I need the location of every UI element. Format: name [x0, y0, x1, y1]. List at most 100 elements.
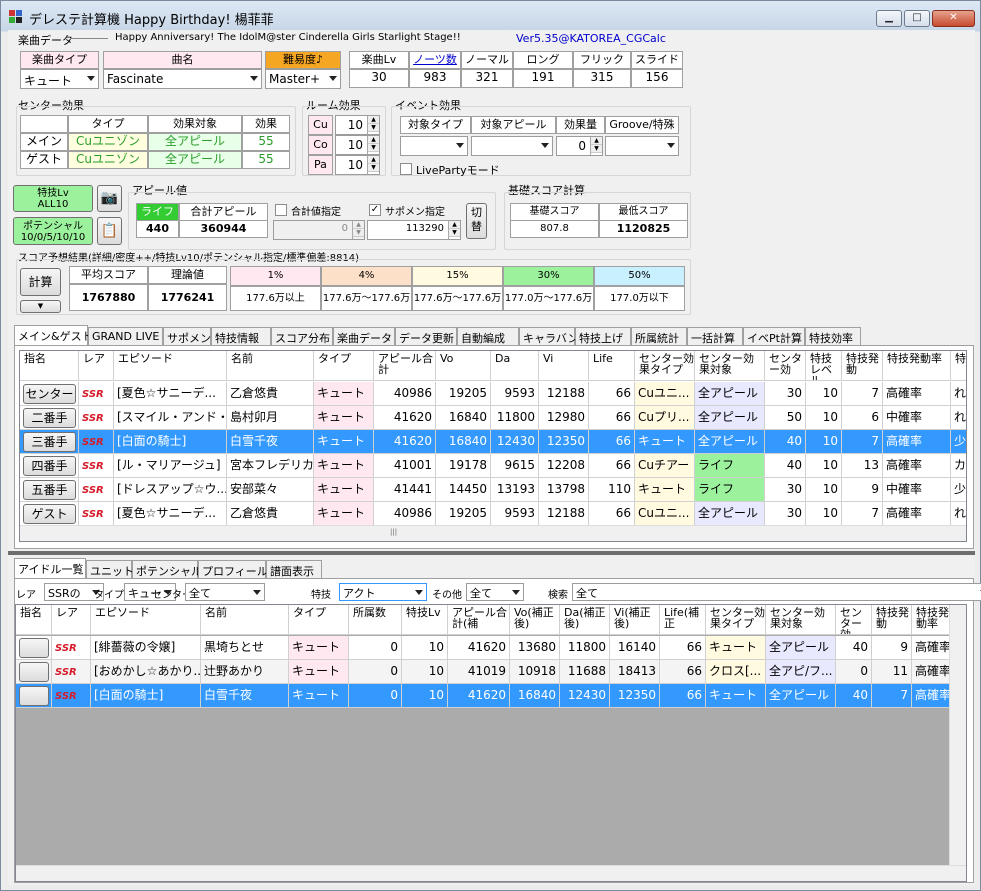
slot-button[interactable]: 二番手: [23, 408, 76, 428]
room-value-input[interactable]: 10 ▲ ▼: [335, 155, 380, 175]
unit-header-7[interactable]: Da: [491, 351, 539, 381]
close-button[interactable]: ✕: [932, 10, 975, 27]
unit-header-9[interactable]: Life: [589, 351, 635, 381]
idol-header-3[interactable]: 名前: [201, 605, 289, 635]
event-appeal-select[interactable]: [471, 136, 553, 156]
idol-header-14[interactable]: センター効: [836, 605, 872, 635]
unit-cell[interactable]: 三番手: [20, 430, 79, 454]
idol-header-2[interactable]: エピソード: [91, 605, 201, 635]
idol-header-0[interactable]: 指名: [16, 605, 52, 635]
unit-cell[interactable]: センター: [20, 382, 79, 406]
scroll-thumb-grip[interactable]: |||: [390, 528, 420, 538]
liveparty-checkbox[interactable]: [400, 163, 412, 175]
unit-header-1[interactable]: レア: [79, 351, 114, 381]
filter-search-select[interactable]: 全て: [572, 583, 981, 601]
unit-header-0[interactable]: 指名: [20, 351, 79, 381]
idol-header-10[interactable]: Vi(補正後): [610, 605, 660, 635]
unit-row[interactable]: ゲスト SSR [夏色☆サニーデ... 乙倉悠貴 キュート 40986 19205 9593 1…: [20, 502, 966, 526]
slot-button[interactable]: ゲスト: [23, 504, 76, 524]
event-amount-input[interactable]: 0 ▲ ▼: [556, 136, 603, 156]
groove-select[interactable]: [605, 136, 679, 156]
tab-1[interactable]: GRAND LIVE: [88, 327, 163, 345]
tab-3[interactable]: プロフィール: [198, 560, 268, 578]
slot-button[interactable]: 四番手: [23, 456, 76, 476]
room-value-input[interactable]: 10 ▲ ▼: [335, 115, 380, 135]
spinner[interactable]: ▲ ▼: [590, 137, 602, 155]
total-value-input[interactable]: 0 ▲ ▼: [273, 220, 365, 240]
unit-header-4[interactable]: タイプ: [314, 351, 374, 381]
title-bar[interactable]: デレステ計算機 Happy Birthday! 楊菲菲 ▁ □ ✕: [1, 1, 980, 31]
idol-header-5[interactable]: 所属数: [349, 605, 402, 635]
tab-12[interactable]: イベPt計算: [743, 327, 805, 345]
unit-header-16[interactable]: 特: [951, 351, 966, 381]
unit-cell[interactable]: ゲスト: [20, 502, 79, 526]
screenshot-button[interactable]: 📷: [97, 185, 122, 212]
tab-6[interactable]: データ更新: [395, 327, 457, 345]
unit-header-15[interactable]: 特技発動率: [883, 351, 951, 381]
unit-header-11[interactable]: センター効果対象: [695, 351, 765, 381]
select-idol-button[interactable]: [19, 638, 49, 658]
select-idol-button[interactable]: [19, 686, 49, 706]
spinner[interactable]: ▲ ▼: [367, 156, 379, 174]
tab-7[interactable]: 自動編成: [457, 327, 519, 345]
unit-row[interactable]: 二番手 SSR [スマイル・アンド・...島村卯月キュート4162016840118…: [20, 406, 966, 430]
idol-header-12[interactable]: センター効果タイプ: [706, 605, 766, 635]
unit-row[interactable]: 三番手 SSR [白面の騎士] 白雪千夜 キュート 41620 16840 12430 1235…: [20, 430, 966, 454]
tab-3[interactable]: 特技情報: [211, 327, 271, 345]
select-idol-button[interactable]: [19, 662, 49, 682]
idol-header-9[interactable]: Da(補正後): [560, 605, 610, 635]
spinner[interactable]: ▲ ▼: [367, 116, 379, 134]
tab-2[interactable]: サポメン: [163, 327, 211, 345]
idol-header-13[interactable]: センター効果対象: [766, 605, 836, 635]
room-value-input[interactable]: 10 ▲ ▼: [335, 135, 380, 155]
slot-button[interactable]: 三番手: [23, 432, 76, 452]
horizontal-scrollbar[interactable]: [20, 525, 966, 541]
tab-1[interactable]: ユニット: [86, 560, 134, 578]
idol-header-6[interactable]: 特技Lv: [402, 605, 448, 635]
idol-header-7[interactable]: アピール合計(補: [448, 605, 510, 635]
idol-cell[interactable]: [16, 636, 52, 660]
idol-header-1[interactable]: レア: [52, 605, 91, 635]
tab-0[interactable]: アイドル一覧: [14, 558, 86, 578]
spinner[interactable]: ▲ ▼: [352, 221, 364, 239]
filter-other-select[interactable]: 全て: [466, 583, 524, 601]
tab-9[interactable]: 特技上げ: [575, 327, 631, 345]
copy-button[interactable]: 📋: [97, 217, 122, 245]
unit-header-8[interactable]: Vi: [539, 351, 589, 381]
unit-header-5[interactable]: アピール合計: [374, 351, 436, 381]
difficulty-select[interactable]: Master+: [265, 69, 341, 89]
horizontal-scrollbar[interactable]: [16, 865, 966, 881]
song-type-select[interactable]: キュート: [20, 69, 99, 89]
calc-options-button[interactable]: ▼: [20, 300, 61, 313]
tab-11[interactable]: 一括計算: [687, 327, 743, 345]
vertical-scrollbar[interactable]: [949, 605, 966, 865]
idol-header-11[interactable]: Life(補正: [660, 605, 706, 635]
potential-button[interactable]: ポテンシャル 10/0/5/10/10: [13, 217, 93, 245]
maximize-button[interactable]: □: [904, 10, 930, 27]
skill-level-button[interactable]: 特技Lv ALL10: [13, 185, 93, 212]
splitter[interactable]: [8, 551, 975, 555]
slot-button[interactable]: 五番手: [23, 480, 76, 500]
slot-button[interactable]: センター: [23, 384, 76, 404]
event-type-select[interactable]: [400, 136, 468, 156]
unit-row[interactable]: 五番手 SSR [ドレスアップ☆ウ... 安部菜々 キュート 41441 14450 1319…: [20, 478, 966, 502]
idol-header-15[interactable]: 特技発動: [872, 605, 912, 635]
idol-cell[interactable]: [16, 684, 52, 708]
tab-2[interactable]: ポテンシャル: [132, 560, 202, 578]
idol-header-4[interactable]: タイプ: [289, 605, 349, 635]
tab-4[interactable]: スコア分布: [271, 327, 333, 345]
unit-cell[interactable]: 五番手: [20, 478, 79, 502]
unit-header-6[interactable]: Vo: [436, 351, 491, 381]
total-specify-checkbox[interactable]: [275, 204, 287, 216]
swap-button[interactable]: 切替: [466, 203, 487, 239]
filter-skill-select[interactable]: アクト: [339, 583, 427, 601]
tab-10[interactable]: 所属統計: [631, 327, 687, 345]
support-value-input[interactable]: 113290 ▲ ▼: [367, 220, 461, 240]
unit-header-14[interactable]: 特技発動: [842, 351, 883, 381]
unit-cell[interactable]: 四番手: [20, 454, 79, 478]
idol-row[interactable]: SSR [白面の騎士] 白雪千夜 キュート 0 10 41620 16840 12430 1235…: [16, 684, 960, 708]
tab-0[interactable]: メイン&ゲスト: [14, 325, 93, 345]
idol-row[interactable]: SSR [緋薔薇の令嬢] 黒埼ちとせ キュート 0 10 41620 13680 11800 16…: [16, 636, 960, 660]
unit-header-2[interactable]: エピソード: [114, 351, 227, 381]
idol-cell[interactable]: [16, 660, 52, 684]
